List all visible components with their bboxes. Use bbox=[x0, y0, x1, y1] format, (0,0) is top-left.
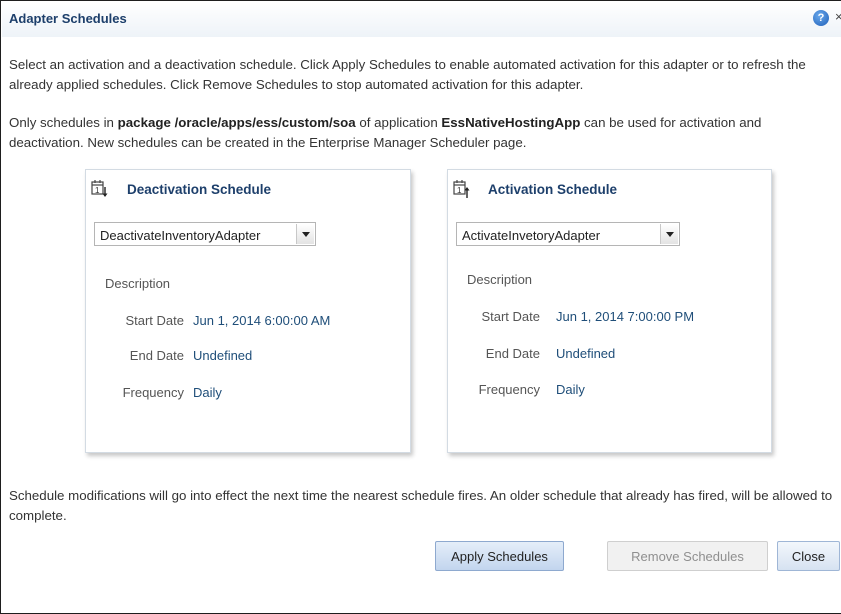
deactivation-schedule-title: Deactivation Schedule bbox=[127, 182, 272, 197]
dialog-titlebar: Adapter Schedules ? × bbox=[2, 2, 841, 37]
deactivation-start-date-value: Jun 1, 2014 6:00:00 AM bbox=[193, 313, 331, 328]
intro-text: Select an activation and a deactivation … bbox=[9, 57, 806, 92]
activation-schedule-select[interactable]: ActivateInvetoryAdapter bbox=[456, 222, 680, 246]
calendar-down-arrow-icon: 1 bbox=[91, 180, 108, 197]
activation-frequency-label: Frequency bbox=[478, 382, 540, 397]
deactivation-description-label: Description bbox=[105, 276, 171, 291]
activation-start-date-value: Jun 1, 2014 7:00:00 PM bbox=[556, 309, 695, 324]
activation-frequency-value: Daily bbox=[556, 382, 585, 397]
package-info-prefix: Only schedules in bbox=[9, 115, 118, 130]
activation-end-date-value: Undefined bbox=[556, 346, 616, 361]
package-info-text: Only schedules in package /oracle/apps/e… bbox=[9, 113, 835, 153]
svg-text:1: 1 bbox=[457, 186, 462, 195]
activation-schedule-title: Activation Schedule bbox=[488, 182, 618, 197]
activation-start-date-label: Start Date bbox=[481, 309, 540, 324]
deactivation-selected-value: DeactivateInventoryAdapter bbox=[100, 228, 261, 243]
calendar-up-arrow-icon: 1 bbox=[453, 180, 470, 198]
deactivation-schedule-card: 1 Deactivation Schedule DeactivateInvent… bbox=[85, 169, 411, 453]
activation-end-date-label: End Date bbox=[485, 346, 540, 361]
adapter-schedules-dialog: Adapter Schedules ? × Select an activati… bbox=[0, 0, 841, 614]
activation-selected-value: ActivateInvetoryAdapter bbox=[462, 228, 601, 243]
application-name: EssNativeHostingApp bbox=[441, 115, 581, 130]
help-icon[interactable]: ? bbox=[813, 10, 829, 26]
activation-description-label: Description bbox=[467, 272, 533, 287]
chevron-down-icon[interactable] bbox=[660, 224, 678, 244]
package-word: package bbox=[117, 115, 171, 130]
remove-schedules-button[interactable]: Remove Schedules bbox=[607, 541, 768, 571]
deactivation-end-date-label: End Date bbox=[129, 348, 184, 363]
package-info-middle: of application bbox=[355, 115, 442, 130]
deactivation-end-date-value: Undefined bbox=[193, 348, 253, 363]
activation-schedule-card: 1 Activation Schedule ActivateInvetoryAd… bbox=[447, 169, 772, 453]
deactivation-start-date-label: Start Date bbox=[125, 313, 184, 328]
close-button[interactable]: Close bbox=[777, 541, 840, 571]
svg-text:1: 1 bbox=[95, 186, 100, 195]
schedule-modification-note: Schedule modifications will go into effe… bbox=[9, 488, 833, 523]
close-icon[interactable]: × bbox=[835, 9, 841, 24]
deactivation-frequency-value: Daily bbox=[193, 385, 222, 400]
chevron-down-icon[interactable] bbox=[296, 224, 314, 244]
deactivation-frequency-label: Frequency bbox=[122, 385, 184, 400]
dialog-title: Adapter Schedules bbox=[9, 11, 127, 26]
package-path: /oracle/apps/ess/custom/soa bbox=[174, 115, 356, 130]
apply-schedules-button[interactable]: Apply Schedules bbox=[435, 541, 564, 571]
deactivation-schedule-select[interactable]: DeactivateInventoryAdapter bbox=[94, 222, 316, 246]
